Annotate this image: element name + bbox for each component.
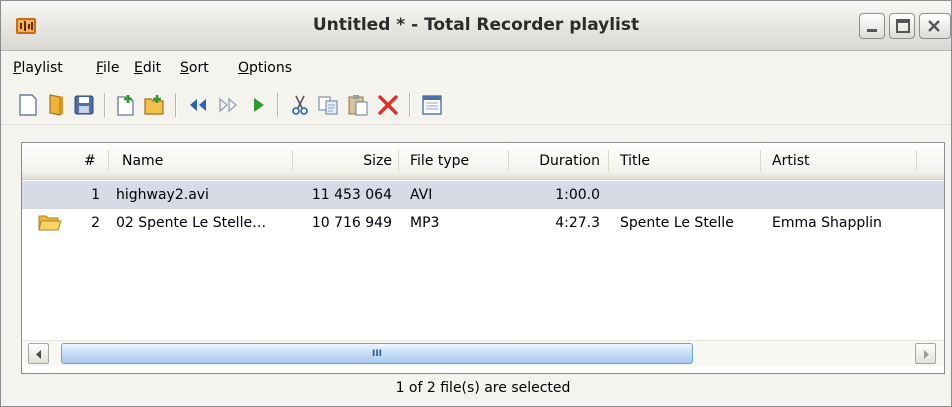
row-number: 1 xyxy=(91,187,100,203)
copy-icon[interactable] xyxy=(315,92,341,118)
row-file-type: MP3 xyxy=(410,215,440,231)
add-folder-icon[interactable] xyxy=(141,92,167,118)
paste-icon[interactable] xyxy=(345,92,371,118)
new-playlist-icon[interactable] xyxy=(15,92,41,118)
menu-bar: Playlist File Edit Sort Options xyxy=(1,52,951,85)
horizontal-scrollbar[interactable]: III xyxy=(22,340,944,366)
row-artist: Emma Shapplin xyxy=(772,215,882,231)
minimize-button[interactable] xyxy=(859,13,885,39)
toolbar-separator xyxy=(104,93,105,117)
toolbar-separator xyxy=(277,93,278,117)
row-size: 11 453 064 xyxy=(311,187,392,203)
play-icon[interactable] xyxy=(245,92,271,118)
arrow-left-icon xyxy=(36,350,41,359)
minimize-icon xyxy=(867,29,877,32)
row-number: 2 xyxy=(91,215,100,231)
playlist-list[interactable]: # Name Size File type Duration Title Art… xyxy=(21,142,945,374)
column-header-size[interactable]: Size xyxy=(298,143,392,179)
cut-icon[interactable] xyxy=(287,92,313,118)
row-size: 10 716 949 xyxy=(311,215,392,231)
properties-icon[interactable] xyxy=(419,92,445,118)
column-divider[interactable] xyxy=(292,150,293,172)
title-bar[interactable]: Untitled * - Total Recorder playlist xyxy=(1,1,951,51)
row-duration: 4:27.3 xyxy=(555,215,600,231)
toolbar-separator xyxy=(175,93,176,117)
menu-options[interactable]: Options xyxy=(238,60,292,76)
row-duration: 1:00.0 xyxy=(555,187,600,203)
row-title: Spente Le Stelle xyxy=(620,215,734,231)
arrow-right-icon xyxy=(924,350,929,359)
column-divider[interactable] xyxy=(760,150,761,172)
column-header-artist[interactable]: Artist xyxy=(772,143,810,179)
add-file-icon[interactable] xyxy=(113,92,139,118)
column-header-duration[interactable]: Duration xyxy=(512,143,600,179)
scrollbar-thumb[interactable]: III xyxy=(61,343,693,364)
column-divider[interactable] xyxy=(608,150,609,172)
open-playlist-icon[interactable] xyxy=(43,92,69,118)
table-row[interactable]: 1 highway2.avi 11 453 064 AVI 1:00.0 xyxy=(22,181,944,209)
row-name: highway2.avi xyxy=(116,187,209,203)
column-header-number[interactable]: # xyxy=(84,143,96,179)
close-icon xyxy=(928,20,940,32)
window-title: Untitled * - Total Recorder playlist xyxy=(312,15,640,35)
status-bar: 1 of 2 file(s) are selected xyxy=(395,380,571,396)
folder-icon xyxy=(38,215,62,231)
playlist-window: Untitled * - Total Recorder playlist Pla… xyxy=(0,0,952,407)
next-icon[interactable] xyxy=(215,92,241,118)
previous-icon[interactable] xyxy=(185,92,211,118)
row-name: 02 Spente Le Stelle… xyxy=(116,215,267,231)
save-icon[interactable] xyxy=(71,92,97,118)
column-header-title[interactable]: Title xyxy=(620,143,650,179)
scroll-right-button[interactable] xyxy=(915,343,936,364)
list-header: # Name Size File type Duration Title Art… xyxy=(22,143,944,180)
toolbar xyxy=(1,85,951,125)
menu-edit[interactable]: Edit xyxy=(134,60,161,76)
delete-icon[interactable] xyxy=(375,92,401,118)
maximize-icon xyxy=(896,19,910,33)
menu-sort[interactable]: Sort xyxy=(180,60,209,76)
column-divider[interactable] xyxy=(916,150,917,172)
column-header-name[interactable]: Name xyxy=(122,143,163,179)
column-divider[interactable] xyxy=(398,150,399,172)
maximize-button[interactable] xyxy=(889,13,915,39)
row-file-type: AVI xyxy=(410,187,433,203)
menu-playlist[interactable]: Playlist xyxy=(13,60,63,76)
table-row[interactable]: 2 02 Spente Le Stelle… 10 716 949 MP3 4:… xyxy=(22,209,944,237)
column-divider[interactable] xyxy=(108,150,109,172)
scroll-left-button[interactable] xyxy=(28,343,49,364)
menu-file[interactable]: File xyxy=(96,60,119,76)
column-header-file-type[interactable]: File type xyxy=(410,143,469,179)
scrollbar-grip: III xyxy=(371,349,383,359)
column-divider[interactable] xyxy=(508,150,509,172)
close-button[interactable] xyxy=(919,13,951,39)
toolbar-separator xyxy=(409,93,410,117)
